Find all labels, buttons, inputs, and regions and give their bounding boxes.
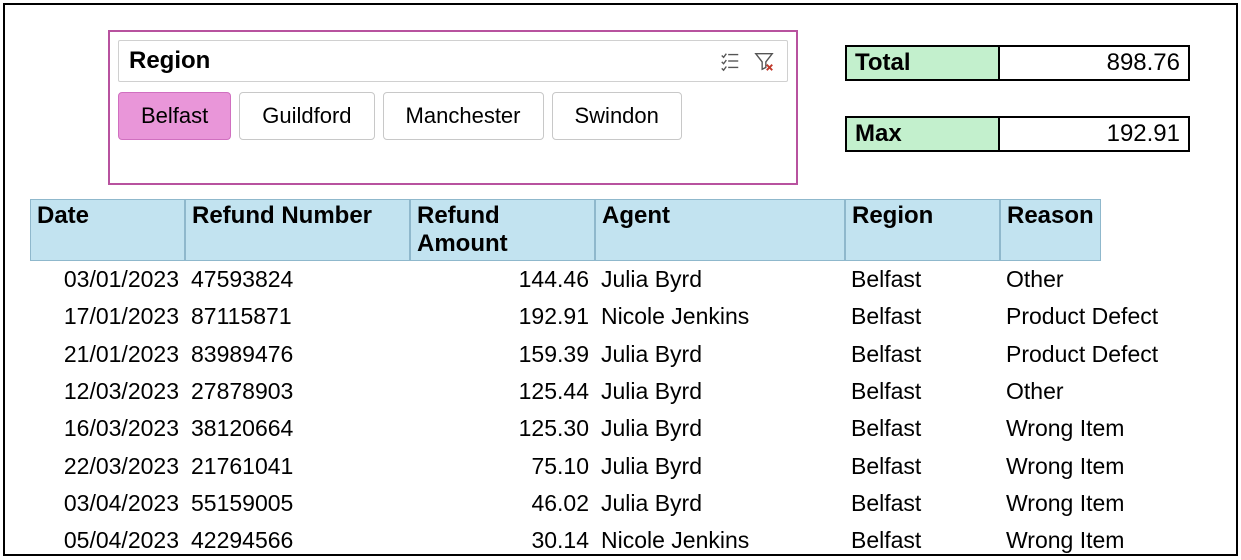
col-header-date[interactable]: Date (30, 199, 185, 261)
table-row[interactable]: 05/04/20234229456630.14Nicole JenkinsBel… (30, 522, 1195, 559)
table-header-row: Date Refund Number Refund Amount Agent R… (30, 199, 1195, 261)
cell-reason: Other (1000, 261, 1070, 298)
cell-date: 21/01/2023 (30, 336, 185, 373)
cell-agent: Julia Byrd (595, 336, 845, 373)
cell-region: Belfast (845, 298, 1000, 335)
max-value: 192.91 (1000, 116, 1190, 152)
cell-agent: Nicole Jenkins (595, 298, 845, 335)
cell-date: 12/03/2023 (30, 373, 185, 410)
slicer-header: Region (118, 40, 788, 82)
col-header-refund-amount[interactable]: Refund Amount (410, 199, 595, 261)
total-label: Total (845, 45, 1000, 81)
refunds-table: Date Refund Number Refund Amount Agent R… (30, 199, 1195, 560)
cell-region: Belfast (845, 410, 1000, 447)
cell-date: 03/04/2023 (30, 485, 185, 522)
cell-refund_number: 38120664 (185, 410, 410, 447)
cell-agent: Julia Byrd (595, 373, 845, 410)
cell-agent: Julia Byrd (595, 448, 845, 485)
table-row[interactable]: 21/01/202383989476159.39Julia ByrdBelfas… (30, 336, 1195, 373)
cell-agent: Julia Byrd (595, 410, 845, 447)
cell-refund_number: 55159005 (185, 485, 410, 522)
summary-total-row: Total 898.76 (845, 45, 1190, 81)
cell-refund_amount: 159.39 (410, 336, 595, 373)
cell-region: Belfast (845, 448, 1000, 485)
table-row[interactable]: 03/01/202347593824144.46Julia ByrdBelfas… (30, 261, 1195, 298)
cell-refund_number: 87115871 (185, 298, 410, 335)
cell-date: 16/03/2023 (30, 410, 185, 447)
cell-refund_amount: 125.30 (410, 410, 595, 447)
cell-refund_number: 27878903 (185, 373, 410, 410)
multiselect-icon[interactable] (717, 48, 743, 74)
cell-date: 17/01/2023 (30, 298, 185, 335)
slicer-option-belfast[interactable]: Belfast (118, 92, 231, 140)
table-row[interactable]: 12/03/202327878903125.44Julia ByrdBelfas… (30, 373, 1195, 410)
cell-date: 05/04/2023 (30, 522, 185, 559)
cell-reason: Wrong Item (1000, 448, 1130, 485)
col-header-agent[interactable]: Agent (595, 199, 845, 261)
cell-agent: Julia Byrd (595, 485, 845, 522)
table-row[interactable]: 22/03/20232176104175.10Julia ByrdBelfast… (30, 448, 1195, 485)
cell-refund_amount: 144.46 (410, 261, 595, 298)
cell-reason: Wrong Item (1000, 522, 1130, 559)
cell-region: Belfast (845, 373, 1000, 410)
cell-region: Belfast (845, 522, 1000, 559)
cell-reason: Product Defect (1000, 298, 1164, 335)
col-header-region[interactable]: Region (845, 199, 1000, 261)
cell-refund_number: 21761041 (185, 448, 410, 485)
region-slicer[interactable]: Region BelfastGuildfordManchesterSwindon (108, 30, 798, 185)
cell-refund_number: 42294566 (185, 522, 410, 559)
summary-max-row: Max 192.91 (845, 116, 1190, 152)
cell-region: Belfast (845, 261, 1000, 298)
cell-reason: Product Defect (1000, 336, 1164, 373)
cell-agent: Nicole Jenkins (595, 522, 845, 559)
col-header-refund-number[interactable]: Refund Number (185, 199, 410, 261)
table-row[interactable]: 16/03/202338120664125.30Julia ByrdBelfas… (30, 410, 1195, 447)
summary-panel: Total 898.76 Max 192.91 (845, 45, 1190, 187)
max-label: Max (845, 116, 1000, 152)
cell-reason: Wrong Item (1000, 485, 1130, 522)
cell-refund_amount: 46.02 (410, 485, 595, 522)
slicer-option-guildford[interactable]: Guildford (239, 92, 374, 140)
slicer-title: Region (129, 47, 709, 75)
cell-date: 22/03/2023 (30, 448, 185, 485)
clear-filter-icon[interactable] (751, 48, 777, 74)
cell-region: Belfast (845, 485, 1000, 522)
cell-date: 03/01/2023 (30, 261, 185, 298)
cell-region: Belfast (845, 336, 1000, 373)
cell-reason: Other (1000, 373, 1070, 410)
slicer-options: BelfastGuildfordManchesterSwindon (118, 92, 788, 140)
cell-refund_amount: 75.10 (410, 448, 595, 485)
cell-refund_number: 83989476 (185, 336, 410, 373)
table-row[interactable]: 17/01/202387115871192.91Nicole JenkinsBe… (30, 298, 1195, 335)
slicer-option-manchester[interactable]: Manchester (383, 92, 544, 140)
slicer-option-swindon[interactable]: Swindon (552, 92, 682, 140)
cell-refund_amount: 192.91 (410, 298, 595, 335)
total-value: 898.76 (1000, 45, 1190, 81)
cell-agent: Julia Byrd (595, 261, 845, 298)
cell-refund_amount: 125.44 (410, 373, 595, 410)
cell-refund_amount: 30.14 (410, 522, 595, 559)
col-header-reason[interactable]: Reason (1000, 199, 1101, 261)
table-row[interactable]: 03/04/20235515900546.02Julia ByrdBelfast… (30, 485, 1195, 522)
spreadsheet-view: Region BelfastGuildfordManchesterSwindon (3, 3, 1238, 556)
cell-refund_number: 47593824 (185, 261, 410, 298)
cell-reason: Wrong Item (1000, 410, 1130, 447)
